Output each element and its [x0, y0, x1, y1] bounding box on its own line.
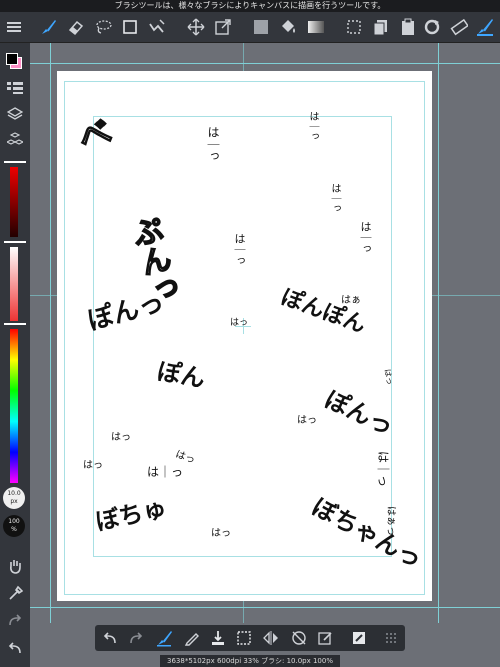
- no-rotate-icon[interactable]: [288, 627, 310, 649]
- layer-icon[interactable]: [348, 627, 370, 649]
- brightness-slider[interactable]: [10, 247, 18, 321]
- material-icon[interactable]: [5, 132, 25, 152]
- sfx-ha-small: はっ: [230, 318, 249, 328]
- hue-slider[interactable]: [10, 329, 18, 483]
- opacity-indicator[interactable]: 100 %: [3, 515, 25, 537]
- guide-line: [30, 607, 500, 608]
- top-toolbar: [0, 12, 500, 43]
- red-slider[interactable]: [10, 167, 18, 237]
- guide-line: [438, 43, 439, 623]
- sfx-ha: はっ: [83, 460, 103, 471]
- gradient-icon[interactable]: [304, 15, 328, 39]
- sfx-ha: はっ: [297, 415, 317, 426]
- pen-icon[interactable]: [181, 627, 203, 649]
- redo-side-icon[interactable]: [7, 613, 23, 632]
- bottom-toolbar: [95, 625, 405, 651]
- rectangle-selection-icon[interactable]: [118, 15, 142, 39]
- fit-icon[interactable]: [233, 627, 255, 649]
- main-color-swatch[interactable]: [6, 53, 18, 65]
- brush-size-indicator[interactable]: 10.0 px: [3, 487, 25, 509]
- slider-divider: [4, 161, 26, 163]
- guide-line: [30, 63, 500, 64]
- sfx-haa: は｜っ: [329, 183, 340, 213]
- opacity-value: 100: [8, 518, 20, 525]
- opacity-unit: %: [11, 526, 17, 533]
- edit-icon[interactable]: [314, 627, 336, 649]
- sfx-haa: は｜っ: [376, 450, 391, 488]
- list-icon[interactable]: [7, 80, 23, 99]
- lasso-icon[interactable]: [91, 15, 115, 39]
- left-panel: 10.0 px 100 %: [0, 43, 30, 667]
- layer-select-icon[interactable]: [342, 15, 366, 39]
- sfx-haa: は｜っ: [307, 111, 318, 141]
- canvas-info-bar: 3638*5102px 600dpi 33% ブラシ: 10.0px 100%: [160, 655, 340, 667]
- transform-icon[interactable]: [211, 15, 235, 39]
- fill-rect-icon[interactable]: [249, 15, 273, 39]
- canvas-paper[interactable]: べ は｜っ は｜っ は｜っ は｜っ は｜っ ぷんっ はぁ ぽんっ ぽんぽん はっ…: [57, 71, 432, 601]
- guide-line: [50, 43, 51, 623]
- sfx-haa: は｜っ: [206, 126, 220, 162]
- undo-circle-icon[interactable]: [420, 15, 444, 39]
- sfx-haa: は｜っ: [147, 465, 184, 479]
- undo-icon[interactable]: [99, 627, 121, 649]
- undo-side-icon[interactable]: [7, 641, 23, 660]
- brush-size-unit: px: [10, 498, 18, 505]
- hand-icon[interactable]: [7, 558, 23, 578]
- status-message: ブラシツールは、様々なブラシによりキャンバスに描画を行うツールです。: [0, 0, 500, 12]
- menu-icon[interactable]: [2, 15, 26, 39]
- favorite-brush-icon[interactable]: [473, 15, 497, 39]
- sfx-haa: はぁっ: [385, 506, 396, 536]
- sfx-ha: はっ: [382, 368, 395, 386]
- canvas-area[interactable]: べ は｜っ は｜っ は｜っ は｜っ は｜っ ぷんっ はぁ ぽんっ ぽんぽん はっ…: [30, 43, 500, 623]
- inner-frame: [93, 116, 392, 557]
- sfx-haa: はぁ: [341, 295, 361, 306]
- sfx-ha: はっ: [211, 528, 231, 539]
- paste-icon[interactable]: [396, 15, 420, 39]
- slider-divider: [4, 323, 26, 325]
- brush-size-value: 10.0: [7, 490, 21, 497]
- import-icon[interactable]: [207, 627, 229, 649]
- bucket-icon[interactable]: [276, 15, 300, 39]
- ruler-icon[interactable]: [447, 15, 471, 39]
- slider-divider: [4, 241, 26, 243]
- brush-tool-icon[interactable]: [153, 627, 175, 649]
- sfx-ha: はっ: [111, 432, 131, 443]
- sfx-pon: ぽん: [154, 357, 208, 393]
- sfx-haa: は｜っ: [233, 233, 246, 266]
- grip-icon[interactable]: [379, 627, 401, 649]
- copy-icon[interactable]: [369, 15, 393, 39]
- auto-select-icon[interactable]: [145, 15, 169, 39]
- eraser-icon[interactable]: [64, 15, 88, 39]
- flip-icon[interactable]: [260, 627, 282, 649]
- eyedropper-icon[interactable]: [7, 585, 24, 605]
- brush-icon[interactable]: [36, 15, 60, 39]
- redo-icon[interactable]: [125, 627, 147, 649]
- layers-icon[interactable]: [6, 106, 24, 126]
- move-icon[interactable]: [184, 15, 208, 39]
- color-swatch[interactable]: [6, 53, 22, 69]
- sfx-haa: は｜っ: [359, 221, 372, 254]
